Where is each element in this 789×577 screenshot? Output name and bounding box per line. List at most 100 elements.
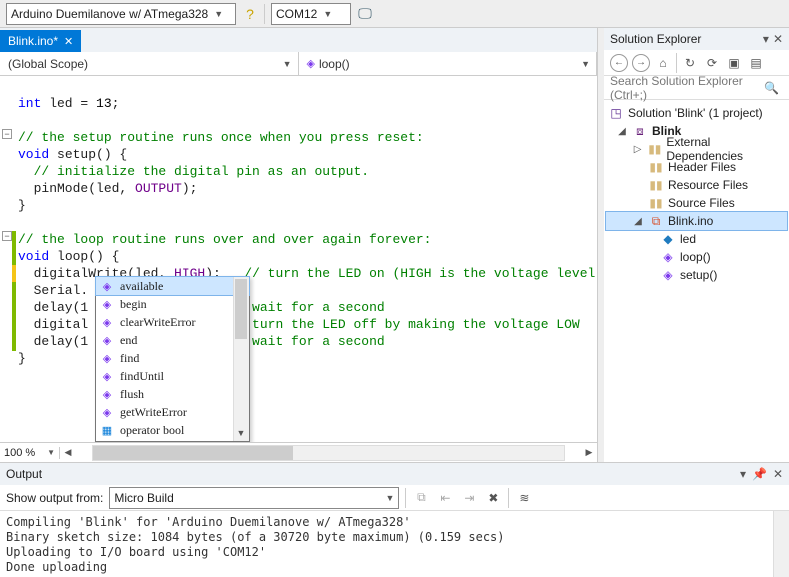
scroll-thumb[interactable] [235, 279, 247, 339]
code-token: ; [112, 96, 120, 111]
goto-previous-icon[interactable]: ⇤ [436, 489, 454, 507]
intellisense-popup[interactable]: ◈available ◈begin ◈clearWriteError ◈end … [95, 276, 250, 442]
ino-file-icon: ⧉ [648, 214, 664, 229]
intellisense-scrollbar[interactable]: ▲ ▼ [233, 277, 249, 441]
solution-node[interactable]: ◳ Solution 'Blink' (1 project) [606, 104, 787, 122]
solution-tree[interactable]: ◳ Solution 'Blink' (1 project) ◢ ⧈ Blink… [604, 100, 789, 462]
refresh-icon[interactable]: ⟳ [703, 54, 721, 72]
output-toolbar: Show output from: Micro Build ▼ ⧉ ⇤ ⇥ ✖ … [0, 485, 789, 511]
port-selector[interactable]: COM12 ▼ [271, 3, 351, 25]
code-comment: // the setup routine runs once when you … [18, 130, 424, 145]
intellisense-label: flush [120, 387, 144, 402]
scope-combo-left[interactable]: (Global Scope) ▼ [0, 52, 299, 75]
intellisense-item[interactable]: ◈getWriteError [96, 403, 249, 421]
intellisense-item[interactable]: ◈flush [96, 385, 249, 403]
folder-node[interactable]: ▮▮ Source Files [606, 194, 787, 212]
folder-node[interactable]: ▷ ▮▮ External Dependencies [606, 140, 787, 158]
serial-monitor-icon[interactable]: 🖵 [357, 6, 373, 22]
collapse-icon[interactable]: ▣ [725, 54, 743, 72]
code-token: digital [18, 317, 88, 332]
method-icon: ◈ [100, 370, 114, 383]
forward-button[interactable]: → [632, 54, 650, 72]
intellisense-item[interactable]: ◈find [96, 349, 249, 367]
project-icon: ⧈ [632, 124, 648, 139]
dropdown-icon[interactable]: ▾ [763, 32, 769, 46]
board-selector[interactable]: Arduino Duemilanove w/ ATmega328 ▼ [6, 3, 236, 25]
scroll-down-icon[interactable]: ▼ [233, 425, 249, 441]
output-line: Binary sketch size: 1084 bytes (of a 307… [6, 530, 505, 544]
code-comment: // initialize the digital pin as an outp… [18, 164, 369, 179]
scroll-right-icon[interactable]: ▶ [581, 447, 597, 458]
method-icon: ◈ [100, 334, 114, 347]
output-from-label: Show output from: [6, 491, 103, 505]
tree-label: setup() [680, 268, 717, 282]
scroll-thumb[interactable] [93, 446, 293, 460]
intellisense-item[interactable]: ◈clearWriteError [96, 313, 249, 331]
expand-toggle[interactable]: ◢ [616, 126, 628, 137]
output-source-combo[interactable]: Micro Build ▼ [109, 487, 399, 509]
properties-icon[interactable]: ▤ [747, 54, 765, 72]
toolbar-separator [676, 53, 677, 73]
output-source-value: Micro Build [114, 491, 173, 505]
dropdown-icon[interactable]: ▾ [740, 467, 746, 481]
expand-toggle[interactable]: ◢ [632, 216, 644, 227]
close-icon[interactable]: ✕ [773, 32, 783, 46]
clear-all-icon[interactable]: ✖ [484, 489, 502, 507]
member-node[interactable]: ◈ setup() [606, 266, 787, 284]
editor-pane: Blink.ino* ✕ (Global Scope) ▼ ◈ loop() ▼… [0, 28, 598, 462]
tree-label: Blink.ino [668, 214, 713, 228]
pin-icon[interactable]: 📌 [752, 467, 767, 481]
file-node-blink-ino[interactable]: ◢ ⧉ Blink.ino [606, 212, 787, 230]
chevron-down-icon: ▼ [581, 59, 590, 69]
toolbar-separator [264, 4, 265, 24]
code-token: } [18, 351, 26, 366]
intellisense-item[interactable]: ◈findUntil [96, 367, 249, 385]
code-token: ); [182, 181, 198, 196]
close-icon[interactable]: ✕ [773, 467, 783, 481]
intellisense-item[interactable]: ▦operator bool [96, 421, 249, 439]
code-comment: turn the LED off by making the voltage L… [252, 317, 580, 332]
home-icon[interactable]: ⌂ [654, 54, 672, 72]
output-line: Done uploading [6, 560, 107, 574]
output-text[interactable]: Compiling 'Blink' for 'Arduino Duemilano… [0, 511, 789, 577]
scope-combo-right[interactable]: ◈ loop() ▼ [299, 52, 598, 75]
sync-icon[interactable]: ↻ [681, 54, 699, 72]
main-toolbar: Arduino Duemilanove w/ ATmega328 ▼ ? COM… [0, 0, 789, 28]
code-comment: wait for a second [252, 334, 385, 349]
folder-node[interactable]: ▮▮ Resource Files [606, 176, 787, 194]
solution-explorer-title-bar: Solution Explorer ▾ ✕ [604, 28, 789, 50]
zoom-combo[interactable]: 100 % ▼ [0, 447, 60, 459]
intellisense-item[interactable]: ◈available [96, 277, 249, 295]
code-token: Serial. [18, 283, 88, 298]
member-node[interactable]: ◆ led [606, 230, 787, 248]
code-editor[interactable]: − − int led = 13; // the setup routine r… [0, 76, 597, 442]
tree-label: Solution 'Blink' (1 project) [628, 106, 763, 120]
scroll-left-icon[interactable]: ◀ [60, 447, 76, 458]
intellisense-item[interactable]: ◈end [96, 331, 249, 349]
editor-status-bar: 100 % ▼ ◀ ▶ [0, 442, 597, 462]
back-button[interactable]: ← [610, 54, 628, 72]
member-node[interactable]: ◈ loop() [606, 248, 787, 266]
intellisense-label: clearWriteError [120, 315, 195, 330]
intellisense-label: getWriteError [120, 405, 187, 420]
help-icon[interactable]: ? [242, 6, 258, 22]
intellisense-item[interactable]: ◈begin [96, 295, 249, 313]
tab-blink-ino[interactable]: Blink.ino* ✕ [0, 30, 81, 52]
chevron-down-icon: ▼ [214, 9, 223, 19]
code-token: delay(1 [18, 334, 88, 349]
solution-explorer-toolbar: ← → ⌂ ↻ ⟳ ▣ ▤ [604, 50, 789, 76]
expand-toggle[interactable]: ▷ [632, 144, 643, 155]
zoom-value: 100 % [4, 447, 35, 459]
output-scrollbar[interactable] [773, 511, 789, 577]
method-icon: ◈ [100, 280, 114, 293]
intellisense-label: begin [120, 297, 147, 312]
tree-label: Source Files [668, 196, 735, 210]
output-line: Uploading to I/O board using 'COM12' [6, 545, 266, 559]
find-in-output-icon[interactable]: ⧉ [412, 489, 430, 507]
toggle-word-wrap-icon[interactable]: ≋ [515, 489, 533, 507]
close-icon[interactable]: ✕ [64, 35, 73, 48]
horizontal-scrollbar[interactable] [92, 445, 565, 461]
goto-next-icon[interactable]: ⇥ [460, 489, 478, 507]
code-comment: wait for a second [252, 300, 385, 315]
solution-search[interactable]: Search Solution Explorer (Ctrl+;) 🔍 [604, 76, 789, 100]
